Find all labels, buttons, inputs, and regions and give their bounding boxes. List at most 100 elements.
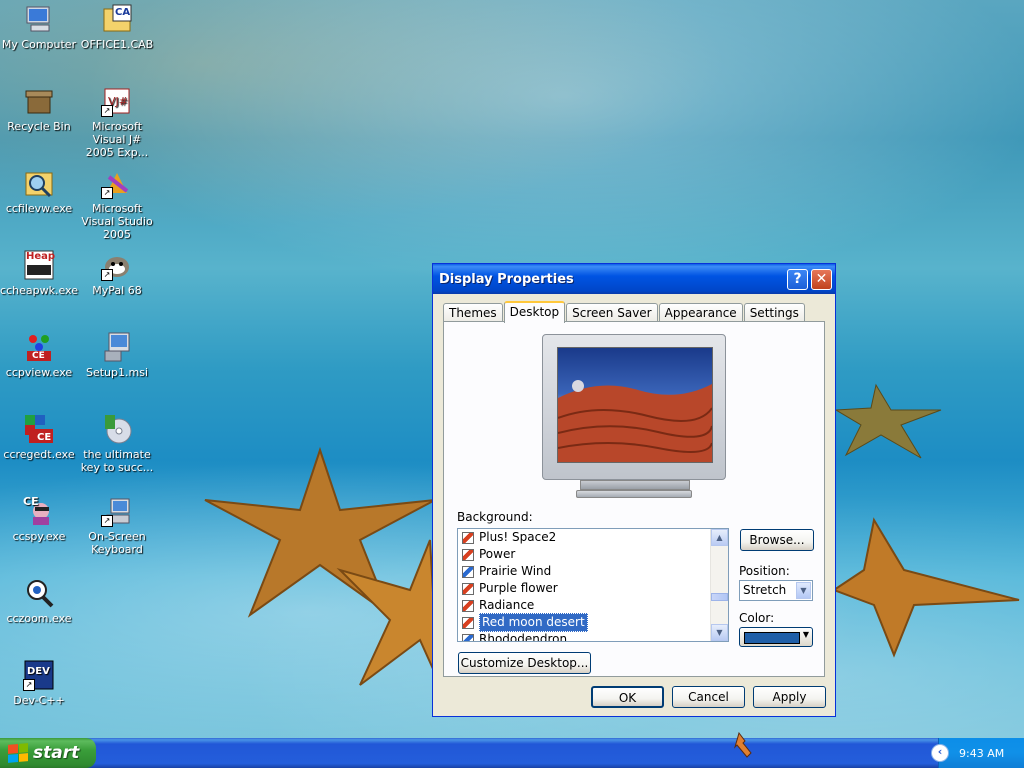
help-button[interactable]: ? — [787, 268, 808, 290]
tab-settings[interactable]: Settings — [743, 303, 805, 322]
desktop-icon-my-computer[interactable]: My Computer — [0, 3, 78, 51]
start-label: start — [33, 743, 80, 763]
desktop-icon-ccheapwk[interactable]: Heap ccheapwk.exe — [0, 249, 78, 297]
desktop-icon-label: ccpview.exe — [5, 366, 73, 379]
desktop-icon-label: cczoom.exe — [6, 612, 72, 625]
chevron-down-icon: ▼ — [802, 630, 809, 639]
display-properties-window: Display Properties ? ✕ Themes Desktop Sc… — [432, 263, 836, 717]
desktop-icon-ccregedt[interactable]: CE ccregedt.exe — [0, 413, 78, 461]
list-item[interactable]: Plus! Space2 — [458, 529, 728, 546]
system-tray: ‹ 9:43 AM — [931, 738, 1024, 768]
starfish-lower — [336, 539, 439, 686]
monitor-base — [576, 490, 692, 498]
desktop-icon-label: Setup1.msi — [85, 366, 148, 379]
windows-logo-icon — [8, 743, 28, 763]
color-picker-button[interactable]: ▼ — [739, 627, 813, 647]
ce-icon: CE — [32, 351, 45, 361]
starfish-right — [834, 517, 1020, 658]
list-item[interactable]: Prairie Wind — [458, 563, 728, 580]
starfish-far — [836, 383, 942, 459]
list-item[interactable]: Purple flower — [458, 580, 728, 597]
background-label: Background: — [457, 510, 533, 524]
close-button[interactable]: ✕ — [811, 268, 832, 290]
mouse-cursor-icon — [733, 731, 752, 758]
desktop-icon-label: Microsoft Visual J# 2005 Exp... — [85, 120, 149, 159]
wallpaper-preview — [557, 347, 713, 463]
tab-screen-saver[interactable]: Screen Saver — [566, 303, 658, 322]
ok-button[interactable]: OK — [591, 686, 664, 708]
desktop-icon-cczoom[interactable]: cczoom.exe — [0, 577, 78, 625]
desktop-tab-panel: Background: Plus! Space2 Power Prairie W… — [443, 321, 825, 677]
scroll-down-icon[interactable]: ▼ — [711, 624, 728, 641]
desktop-icon-office1-cab[interactable]: CA OFFICE1.CAB — [78, 3, 156, 51]
image-file-icon — [462, 531, 474, 544]
chevron-down-icon[interactable]: ▼ — [796, 582, 811, 599]
desktop-icon-label: ccfilevw.exe — [5, 202, 73, 215]
desktop-icon-visual-jsharp[interactable]: VJ# ↗ Microsoft Visual J# 2005 Exp... — [78, 85, 156, 159]
desktop-icon-label: My Computer — [1, 38, 77, 51]
position-select[interactable]: Stretch ▼ — [739, 580, 813, 601]
monitor-bezel — [542, 334, 726, 480]
title-bar[interactable]: Display Properties ? ✕ — [433, 264, 835, 294]
scroll-thumb[interactable] — [711, 593, 728, 601]
shortcut-arrow-icon: ↗ — [101, 515, 113, 527]
desktop-icon-label: Microsoft Visual Studio 2005 — [81, 202, 153, 241]
shortcut-arrow-icon: ↗ — [101, 105, 113, 117]
cancel-button[interactable]: Cancel — [672, 686, 745, 708]
desktop-icon-on-screen-keyboard[interactable]: ↗ On-Screen Keyboard — [78, 495, 156, 556]
background-listbox[interactable]: Plus! Space2 Power Prairie Wind Purple f… — [457, 528, 729, 642]
list-item[interactable]: Power — [458, 546, 728, 563]
window-title: Display Properties — [439, 271, 574, 287]
color-label: Color: — [739, 611, 775, 625]
dev-icon: DEV — [27, 666, 50, 677]
desktop-icon-label: Dev-C++ — [13, 694, 65, 707]
heap-icon: Heap — [26, 251, 56, 262]
desktop-icon-mypal[interactable]: ↗ MyPal 68 — [78, 249, 156, 297]
tab-desktop[interactable]: Desktop — [503, 301, 566, 323]
tab-appearance[interactable]: Appearance — [658, 303, 743, 322]
desktop-icon-dev-cpp[interactable]: DEV ↗ Dev-C++ — [0, 659, 78, 707]
image-file-icon — [462, 548, 474, 561]
desktop-icon-recycle-bin[interactable]: Recycle Bin — [0, 85, 78, 133]
desktop-icon-ultimate-key[interactable]: the ultimate key to succ... — [78, 413, 156, 474]
desktop-icon-label: ccregedt.exe — [3, 448, 75, 461]
shortcut-arrow-icon: ↗ — [101, 269, 113, 281]
show-hidden-icons-icon[interactable]: ‹ — [931, 744, 949, 762]
desktop-icon-label: the ultimate key to succ... — [80, 448, 154, 474]
taskbar: start ‹ 9:43 AM — [0, 738, 1024, 768]
monitor-preview — [542, 334, 726, 506]
desktop-icon-label: On-Screen Keyboard — [88, 530, 146, 556]
image-file-icon — [462, 633, 474, 641]
desktop-icon-setup1[interactable]: Setup1.msi — [78, 331, 156, 379]
cab-icon: CA — [115, 7, 131, 18]
image-file-icon — [462, 616, 474, 629]
image-file-icon — [462, 565, 474, 578]
tab-themes[interactable]: Themes — [443, 303, 503, 322]
desktop-icon-ccspy[interactable]: CE ccspy.exe — [0, 495, 78, 543]
ce-icon: CE — [37, 432, 52, 443]
color-swatch — [744, 632, 800, 644]
clock[interactable]: 9:43 AM — [959, 747, 1004, 760]
monitor-stand — [580, 480, 690, 490]
shortcut-arrow-icon: ↗ — [101, 187, 113, 199]
desktop-icon-label: ccspy.exe — [12, 530, 66, 543]
list-item-selected[interactable]: Red moon desert — [458, 613, 728, 632]
desktop-icon-label: MyPal 68 — [92, 284, 142, 297]
apply-button[interactable]: Apply — [753, 686, 826, 708]
list-item[interactable]: Rhododendron — [458, 631, 728, 641]
desktop-icon-label: ccheapwk.exe — [0, 284, 78, 297]
desktop-icon-ccpview[interactable]: CE ccpview.exe — [0, 331, 78, 379]
image-file-icon — [462, 599, 474, 612]
desktop-icon-visual-studio[interactable]: ↗ Microsoft Visual Studio 2005 — [78, 167, 156, 241]
desktop-icon-ccfilevw[interactable]: ccfilevw.exe — [0, 167, 78, 215]
red-moon-desert-preview — [558, 380, 712, 462]
tab-strip: Themes Desktop Screen Saver Appearance S… — [443, 301, 806, 323]
customize-desktop-button[interactable]: Customize Desktop... — [458, 652, 591, 674]
desktop-icon-label: OFFICE1.CAB — [80, 38, 154, 51]
list-item[interactable]: Radiance — [458, 597, 728, 614]
listbox-scrollbar[interactable]: ▲ ▼ — [710, 529, 728, 641]
start-button[interactable]: start — [0, 738, 96, 768]
image-file-icon — [462, 582, 474, 595]
browse-button[interactable]: Browse... — [740, 529, 814, 551]
scroll-up-icon[interactable]: ▲ — [711, 529, 728, 546]
